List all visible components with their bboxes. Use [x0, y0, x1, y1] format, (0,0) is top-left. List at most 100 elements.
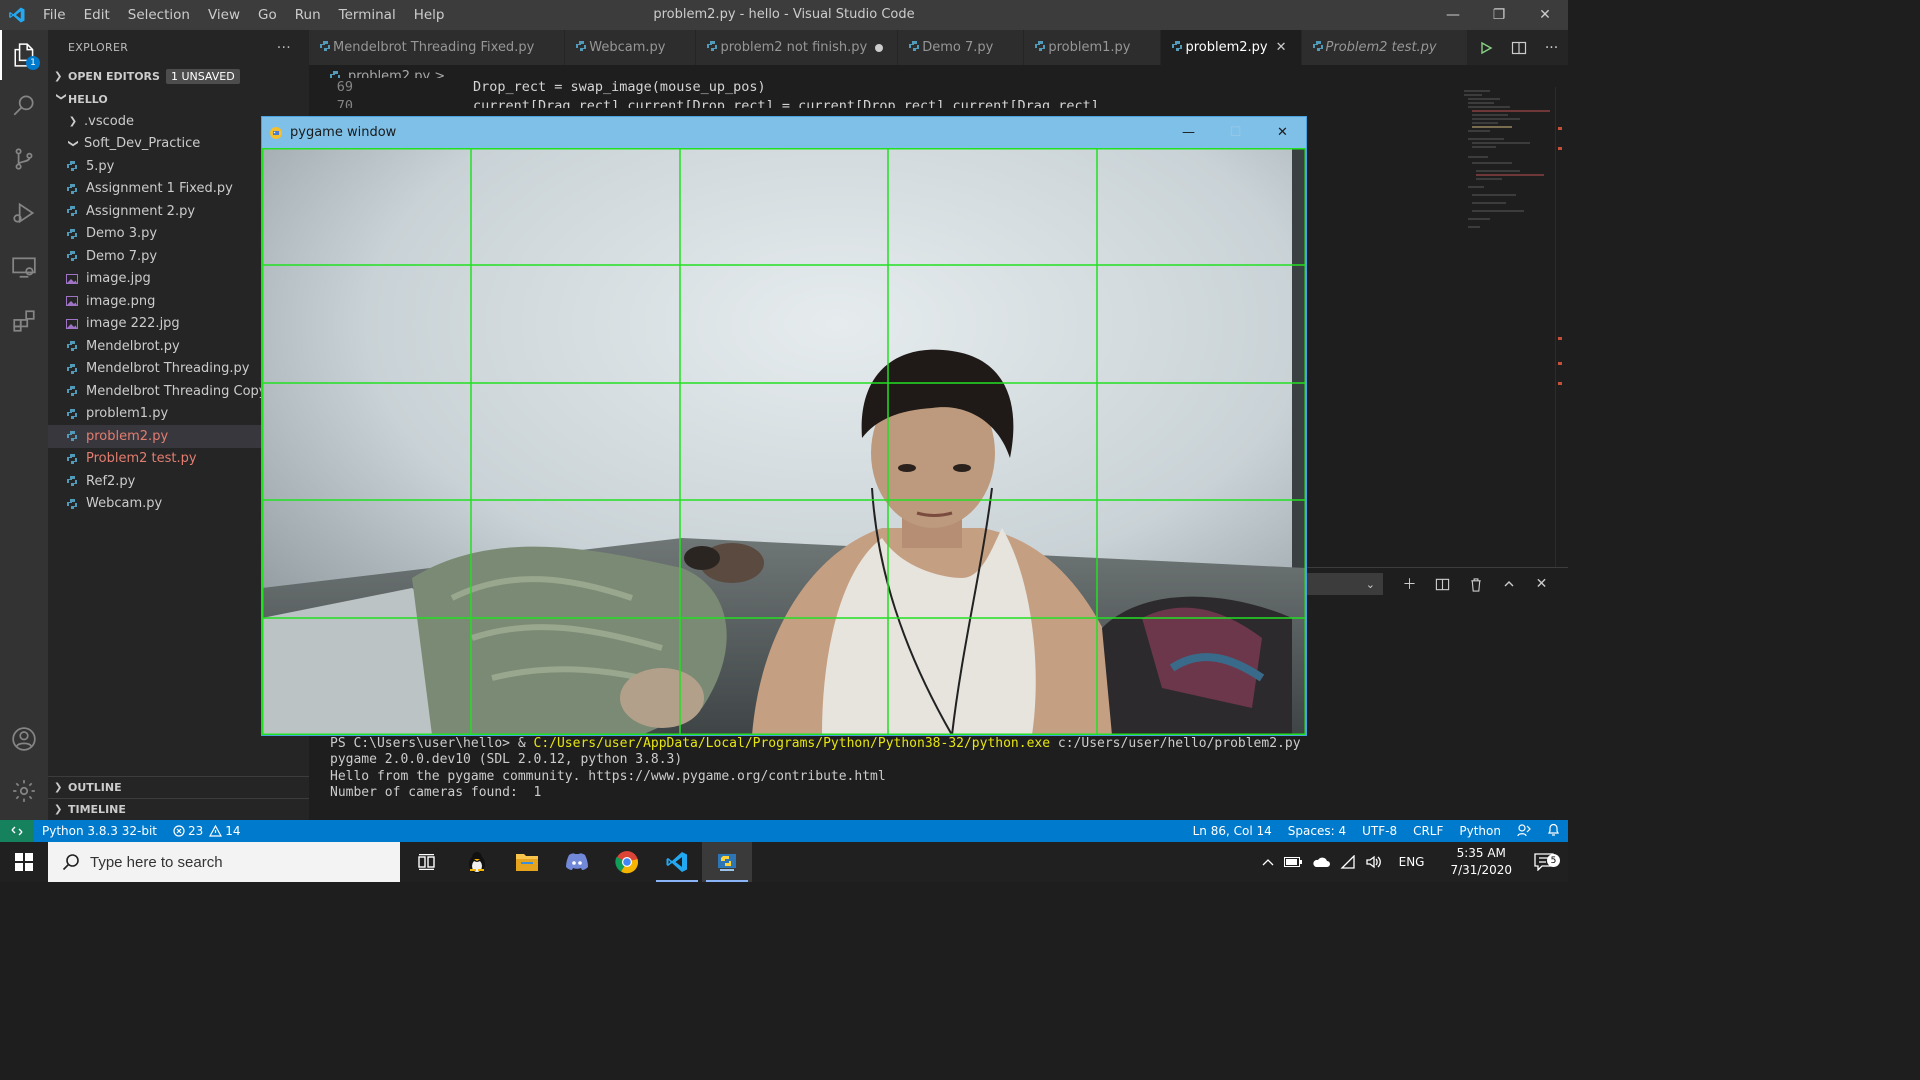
problems-indicator[interactable]: 23 14	[165, 824, 249, 838]
notifications-button[interactable]	[1539, 823, 1568, 840]
tab-label: problem2 not finish.py	[720, 40, 868, 55]
editor-tab[interactable]: problem2 not finish.py	[696, 30, 899, 65]
task-view-icon	[418, 854, 435, 870]
close-tab-icon[interactable]: ✕	[1276, 40, 1287, 55]
python-file-icon	[66, 228, 78, 240]
taskbar-app-vscode[interactable]	[652, 842, 702, 882]
taskbar-app-penguin[interactable]	[452, 842, 502, 882]
menu-terminal[interactable]: Terminal	[330, 0, 405, 30]
bell-icon	[1548, 823, 1559, 836]
source-control-activity-button[interactable]	[0, 134, 48, 184]
timeline-section[interactable]: ❯ TIMELINE	[48, 798, 309, 820]
pygame-maximize-button[interactable]: ☐	[1212, 117, 1259, 148]
unsaved-dot-icon[interactable]	[875, 43, 884, 52]
restore-button[interactable]: ❐	[1476, 0, 1522, 30]
menu-help[interactable]: Help	[405, 0, 454, 30]
close-window-button[interactable]: ✕	[1522, 0, 1568, 30]
editor-tab[interactable]: Webcam.py	[565, 30, 697, 65]
split-editor-button[interactable]	[1502, 40, 1535, 56]
run-file-button[interactable]	[1469, 41, 1502, 55]
pygame-snake-icon	[270, 126, 282, 139]
close-panel-button[interactable]: ✕	[1525, 576, 1558, 592]
maximize-panel-button[interactable]	[1492, 578, 1525, 590]
python-interpreter[interactable]: Python 3.8.3 32-bit	[34, 824, 165, 838]
minimap[interactable]	[1460, 87, 1560, 237]
explorer-activity-button[interactable]: 1	[0, 30, 48, 80]
indentation[interactable]: Spaces: 4	[1280, 824, 1354, 838]
terminal-selector[interactable]: ⌄	[1303, 573, 1383, 595]
webcam-view[interactable]	[262, 148, 1306, 735]
menu-go[interactable]: Go	[249, 0, 286, 30]
menu-file[interactable]: File	[34, 0, 75, 30]
menu-view[interactable]: View	[199, 0, 249, 30]
manage-activity-button[interactable]	[0, 766, 48, 816]
pygame-title: pygame window	[290, 125, 397, 140]
wifi-icon[interactable]	[1335, 855, 1361, 869]
encoding[interactable]: UTF-8	[1354, 824, 1405, 838]
feedback-button[interactable]	[1509, 823, 1539, 840]
taskbar-app-chrome[interactable]	[602, 842, 652, 882]
vscode-logo-icon	[666, 852, 687, 872]
editor-more-button[interactable]: ···	[1535, 40, 1568, 56]
taskbar-app-file-explorer[interactable]	[502, 842, 552, 882]
code-editor[interactable]: 69 Drop_rect = swap_image(mouse_up_pos) 70…	[309, 78, 1459, 108]
line-ending[interactable]: CRLF	[1405, 824, 1451, 838]
volume-icon[interactable]	[1361, 855, 1387, 869]
chevron-right-icon: ❯	[54, 804, 63, 815]
kill-terminal-button[interactable]	[1459, 577, 1492, 592]
gear-icon	[13, 780, 35, 802]
clock[interactable]: 5:35 AM 7/31/2020	[1436, 845, 1526, 879]
onedrive-icon[interactable]	[1307, 856, 1335, 868]
editor-scrollbar[interactable]	[1555, 87, 1568, 567]
pygame-minimize-button[interactable]: —	[1165, 117, 1212, 148]
pygame-close-button[interactable]: ✕	[1259, 117, 1306, 148]
remote-explorer-activity-button[interactable]	[0, 242, 48, 292]
editor-tab[interactable]: problem2.py ✕	[1161, 30, 1302, 65]
penguin-app-icon	[469, 852, 485, 873]
remote-indicator-button[interactable]	[0, 820, 34, 842]
menu-selection[interactable]: Selection	[119, 0, 199, 30]
task-view-button[interactable]	[402, 842, 452, 882]
explorer-badge: 1	[26, 56, 40, 70]
open-editors-section[interactable]: ❯ OPEN EDITORS 1 UNSAVED	[48, 65, 309, 87]
outline-section[interactable]: ❯ OUTLINE	[48, 776, 309, 798]
action-center-button[interactable]: 5	[1526, 853, 1568, 871]
taskbar-search-box[interactable]: Type here to search	[48, 842, 400, 882]
trash-icon	[1470, 577, 1481, 592]
split-terminal-button[interactable]	[1426, 577, 1459, 592]
taskbar-app-python[interactable]	[702, 842, 752, 882]
editor-tab[interactable]: Demo 7.py	[898, 30, 1025, 65]
file-tree-label: .vscode	[84, 113, 134, 129]
editor-tab[interactable]: problem1.py	[1024, 30, 1162, 65]
pygame-title-bar[interactable]: pygame window — ☐ ✕	[262, 117, 1306, 148]
start-button[interactable]	[0, 842, 48, 882]
accounts-activity-button[interactable]	[0, 714, 48, 764]
clock-time: 5:35 AM	[1456, 846, 1506, 860]
more-actions-button[interactable]: ···	[277, 40, 291, 56]
folder-section-hello[interactable]: ❯ HELLO	[48, 88, 309, 110]
line-number: 70	[336, 98, 353, 108]
extensions-activity-button[interactable]	[0, 296, 48, 346]
menu-edit[interactable]: Edit	[75, 0, 119, 30]
editor-tab[interactable]: Problem2 test.py	[1301, 30, 1468, 65]
editor-tab[interactable]: Mendelbrot Threading Fixed.py	[309, 30, 566, 65]
split-icon	[1511, 41, 1526, 54]
cursor-position[interactable]: Ln 86, Col 14	[1185, 824, 1280, 838]
taskbar-app-discord[interactable]	[552, 842, 602, 882]
run-debug-activity-button[interactable]	[0, 188, 48, 238]
explorer-header: EXPLORER	[68, 41, 129, 54]
minimize-button[interactable]: —	[1430, 0, 1476, 30]
language-mode[interactable]: Python	[1451, 824, 1509, 838]
new-terminal-button[interactable]: ＋	[1393, 574, 1426, 594]
folder-icon	[516, 854, 538, 871]
terminal-command-line: PS C:\Users\user\hello> & C:/Users/user/…	[330, 736, 1301, 752]
terminal-output[interactable]: PS C:\Users\user\hello> & C:/Users/user/…	[330, 736, 1301, 801]
search-activity-button[interactable]	[0, 80, 48, 130]
python-file-icon	[706, 40, 718, 56]
show-hidden-icons-button[interactable]	[1257, 858, 1279, 866]
battery-icon[interactable]	[1279, 857, 1307, 867]
menu-run[interactable]: Run	[286, 0, 330, 30]
webcam-frame[interactable]	[262, 148, 1306, 735]
python-file-icon	[575, 40, 587, 56]
input-language[interactable]: ENG	[1387, 855, 1437, 869]
